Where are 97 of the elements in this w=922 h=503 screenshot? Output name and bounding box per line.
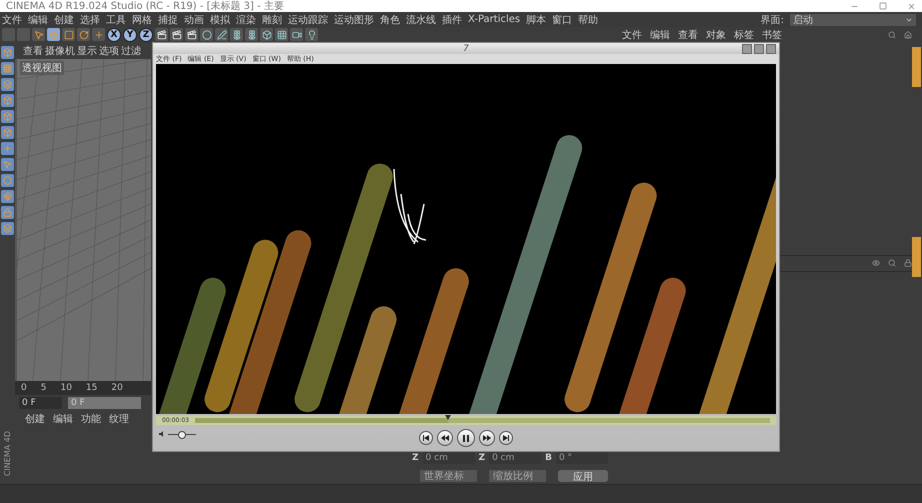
skip-back-icon: [423, 435, 429, 441]
timeline-tick: 5: [40, 383, 46, 393]
coordinate-field[interactable]: 0 cm: [489, 452, 542, 464]
menu-item[interactable]: 工具: [106, 12, 126, 26]
start-frame-field[interactable]: 0 F: [19, 397, 62, 409]
tool-icon[interactable]: [200, 28, 213, 41]
fast-forward-button[interactable]: [479, 430, 495, 446]
menu-item[interactable]: 创建: [54, 12, 74, 26]
menu-item[interactable]: 帮助: [578, 12, 598, 26]
menu-item[interactable]: 捕捉: [158, 12, 178, 26]
close-icon[interactable]: [766, 44, 776, 54]
object-menu-item[interactable]: 查看: [678, 28, 698, 42]
skip-forward-button[interactable]: [499, 431, 513, 445]
search-icon[interactable]: [888, 259, 896, 267]
tool-icon[interactable]: [215, 28, 228, 41]
menu-item[interactable]: 运动跟踪: [288, 12, 328, 26]
menu-item[interactable]: X-Particles: [468, 14, 520, 25]
timeline-tick: 10: [60, 383, 72, 393]
viewport-menu-item[interactable]: 查看: [23, 44, 43, 58]
axis-toggle[interactable]: X: [107, 28, 121, 42]
maximize-icon[interactable]: [879, 2, 887, 10]
material-menu-item[interactable]: 编辑: [53, 412, 73, 426]
eye-icon[interactable]: [872, 259, 880, 267]
pause-icon: [463, 434, 469, 442]
menu-item[interactable]: 选择: [80, 12, 100, 26]
pause-button[interactable]: [457, 429, 475, 447]
menu-item[interactable]: 窗口: [552, 12, 572, 26]
close-icon[interactable]: [907, 2, 916, 10]
axis-label: B: [545, 453, 552, 463]
apply-button[interactable]: 应用: [558, 470, 608, 482]
viewport-menu-item[interactable]: 选项: [99, 44, 119, 58]
viewport-menu-item[interactable]: 摄像机: [45, 44, 75, 58]
layout-dropdown[interactable]: 启动: [790, 14, 916, 26]
viewport-menu-item[interactable]: 过滤: [121, 44, 141, 58]
menu-item[interactable]: 雕刻: [262, 12, 282, 26]
search-icon[interactable]: [888, 30, 896, 38]
tool-icon[interactable]: [230, 28, 243, 41]
viewport-menu-item[interactable]: 显示: [77, 44, 97, 58]
menu-item[interactable]: 流水线: [406, 12, 436, 26]
viewport[interactable]: 透视视图: [15, 59, 151, 381]
layout-label: 界面:: [760, 14, 784, 26]
coordinate-field[interactable]: 0 cm: [422, 452, 475, 464]
axis-label: Z: [412, 453, 419, 463]
tool-icon[interactable]: [245, 28, 258, 41]
menu-item[interactable]: 脚本: [526, 12, 546, 26]
playhead-handle[interactable]: [444, 415, 451, 420]
object-menu-item[interactable]: 对象: [706, 28, 726, 42]
menu-item[interactable]: 模拟: [210, 12, 230, 26]
brand-logo: CINEMA 4D: [3, 430, 12, 476]
player-title: 7: [463, 44, 469, 54]
tool-icon[interactable]: [290, 28, 303, 41]
tool-icon[interactable]: [185, 28, 198, 41]
axis-label: Z: [478, 453, 486, 463]
menu-item[interactable]: 编辑: [28, 12, 48, 26]
rewind-icon: [441, 435, 449, 441]
material-menu-item[interactable]: 功能: [81, 412, 101, 426]
volume-icon: [159, 431, 166, 437]
timeline-tick: 15: [86, 383, 98, 393]
object-menu-item[interactable]: 文件: [622, 28, 642, 42]
coordinate-field[interactable]: 0 °: [556, 452, 608, 464]
maximize-icon[interactable]: [754, 44, 764, 54]
fast-forward-icon: [483, 435, 491, 441]
home-icon[interactable]: [904, 30, 912, 38]
axis-toggle[interactable]: Z: [139, 28, 153, 42]
tool-icon[interactable]: [170, 28, 183, 41]
timeline-tick: 0: [21, 383, 27, 393]
rewind-button[interactable]: [437, 430, 453, 446]
tool-icon[interactable]: [305, 28, 318, 41]
object-menu-item[interactable]: 标签: [734, 28, 754, 42]
material-menu-item[interactable]: 创建: [25, 412, 45, 426]
timeline-tick: 20: [111, 383, 123, 393]
tool-icon[interactable]: [32, 28, 45, 41]
material-menu-item[interactable]: 纹理: [109, 412, 129, 426]
menu-item[interactable]: 插件: [442, 12, 462, 26]
axis-toggle[interactable]: Y: [123, 28, 137, 42]
menu-item[interactable]: 运动图形: [334, 12, 374, 26]
minimize-icon[interactable]: [742, 44, 752, 54]
viewport-label: 透视视图: [20, 61, 64, 75]
skip-back-button[interactable]: [419, 431, 433, 445]
tool-icon[interactable]: [62, 28, 75, 41]
menu-item[interactable]: 动画: [184, 12, 204, 26]
menu-item[interactable]: 角色: [380, 12, 400, 26]
volume-knob[interactable]: [178, 430, 186, 438]
tool-icon[interactable]: [275, 28, 288, 41]
tool-icon[interactable]: [260, 28, 273, 41]
window-title: CINEMA 4D R19.024 Studio (RC - R19) - [未标题 3] - 主要: [6, 0, 284, 13]
object-menu-item[interactable]: 书签: [762, 28, 782, 42]
menu-item[interactable]: 网格: [132, 12, 152, 26]
menu-item[interactable]: 文件: [2, 12, 22, 26]
object-menu-item[interactable]: 编辑: [650, 28, 670, 42]
lock-icon[interactable]: [904, 259, 912, 267]
tool-icon[interactable]: [155, 28, 168, 41]
timeline-ruler[interactable]: 0 5 10 15 20: [15, 381, 151, 395]
skip-forward-icon: [503, 435, 509, 441]
tool-icon[interactable]: [92, 28, 105, 41]
tool-icon[interactable]: [77, 28, 90, 41]
menu-item[interactable]: 渲染: [236, 12, 256, 26]
